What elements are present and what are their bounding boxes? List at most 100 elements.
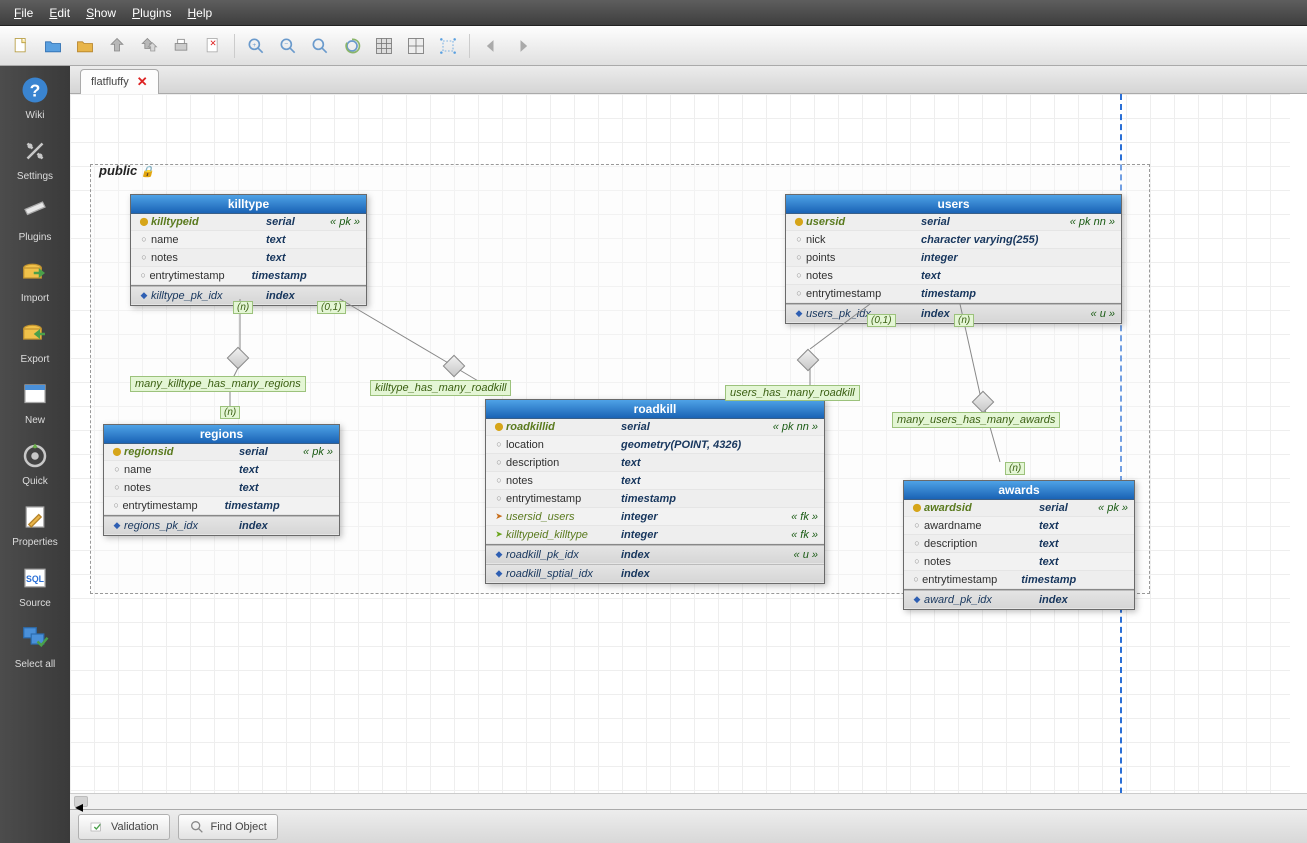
column-row[interactable]: entrytimestamptimestamp [904,571,1134,589]
side-wiki[interactable]: ?Wiki [5,74,65,121]
column-row[interactable]: descriptiontext [904,535,1134,553]
svg-text:✕: ✕ [210,38,217,48]
column-row[interactable]: notestext [104,479,339,497]
relationship-label[interactable]: many_users_has_many_awards [892,412,1060,428]
table-regions[interactable]: regions regionsidserial« pk » nametext n… [103,424,340,536]
col-icon [492,491,506,506]
index-icon [492,566,506,581]
col-icon [910,554,924,569]
grid1-icon[interactable] [371,33,397,59]
sidebar: ?Wiki Settings Plugins Import Export New… [0,66,70,843]
column-row[interactable]: pointsinteger [786,249,1121,267]
print-icon[interactable] [168,33,194,59]
column-row[interactable]: entrytimestamptimestamp [786,285,1121,303]
find-icon [189,819,205,835]
snap-icon[interactable] [435,33,461,59]
menu-plugins[interactable]: Plugins [124,3,179,23]
side-source[interactable]: SQLSource [5,562,65,609]
column-row[interactable]: nickcharacter varying(255) [786,231,1121,249]
close-icon[interactable]: ✕ [137,74,148,90]
menu-edit[interactable]: Edit [41,3,78,23]
column-row[interactable]: entrytimestamptimestamp [131,267,366,285]
grid2-icon[interactable] [403,33,429,59]
table-killtype[interactable]: killtype killtypeidserial« pk » nametext… [130,194,367,306]
column-row[interactable]: roadkillidserial« pk nn » [486,419,824,436]
column-row[interactable]: notestext [786,267,1121,285]
col-icon [910,572,922,587]
column-row[interactable]: entrytimestamptimestamp [104,497,339,515]
index-icon [492,547,506,562]
close-doc-icon[interactable]: ✕ [200,33,226,59]
col-icon [910,536,924,551]
tab-model[interactable]: flatfluffy ✕ [80,69,159,94]
zoom-out-icon[interactable]: − [275,33,301,59]
index-icon [110,518,124,533]
validation-icon [89,819,105,835]
column-row[interactable]: killtypeidserial« pk » [131,214,366,231]
scrollbar-arrow-left[interactable]: ◂ [74,796,88,807]
open-recent-icon[interactable] [72,33,98,59]
canvas[interactable]: public 🔒 killtype killtypeidseria [70,94,1307,793]
column-row[interactable]: killtypeid_killtypeinteger« fk » [486,526,824,544]
table-awards[interactable]: awards awardsidserial« pk » awardnametex… [903,480,1135,610]
side-quick[interactable]: Quick [5,440,65,487]
side-export[interactable]: Export [5,318,65,365]
pk-icon [910,501,924,515]
col-icon [792,232,806,247]
fk-icon [492,527,506,542]
col-icon [910,518,924,533]
zoom-in-icon[interactable]: + [243,33,269,59]
tabbar: flatfluffy ✕ [70,66,1307,94]
zoom-reset-icon[interactable] [339,33,365,59]
side-settings[interactable]: Settings [5,135,65,182]
column-row[interactable]: awardsidserial« pk » [904,500,1134,517]
index-row[interactable]: regions_pk_idxindex [104,516,339,535]
table-title: regions [104,425,339,444]
nav-back-icon[interactable] [478,33,504,59]
column-row[interactable]: awardnametext [904,517,1134,535]
find-object-button[interactable]: Find Object [178,814,278,840]
column-row[interactable]: notestext [131,249,366,267]
save-all-icon[interactable] [136,33,162,59]
column-row[interactable]: notestext [904,553,1134,571]
column-row[interactable]: usersidserial« pk nn » [786,214,1121,231]
side-selectall[interactable]: Select all [5,623,65,670]
validation-button[interactable]: Validation [78,814,170,840]
new-file-icon[interactable] [8,33,34,59]
col-icon [110,462,124,477]
relationship-label[interactable]: users_has_many_roadkill [725,385,860,401]
fk-icon [492,509,506,524]
menu-show[interactable]: Show [78,3,124,23]
col-icon [492,437,506,452]
column-row[interactable]: usersid_usersinteger« fk » [486,508,824,526]
column-row[interactable]: nametext [104,461,339,479]
index-row[interactable]: roadkill_sptial_idxindex [486,564,824,583]
table-roadkill[interactable]: roadkill roadkillidserial« pk nn » locat… [485,399,825,584]
table-users[interactable]: users usersidserial« pk nn » nickcharact… [785,194,1122,324]
menu-file[interactable]: File [6,3,41,23]
zoom-fit-icon[interactable] [307,33,333,59]
statusbar: Validation Find Object [70,809,1307,843]
side-plugins[interactable]: Plugins [5,196,65,243]
column-row[interactable]: nametext [131,231,366,249]
index-row[interactable]: roadkill_pk_idxindex« u » [486,545,824,564]
nav-forward-icon[interactable] [510,33,536,59]
column-row[interactable]: notestext [486,472,824,490]
relationship-label[interactable]: many_killtype_has_many_regions [130,376,306,392]
side-new[interactable]: New [5,379,65,426]
save-icon[interactable] [104,33,130,59]
column-row[interactable]: regionsidserial« pk » [104,444,339,461]
horizontal-scrollbar[interactable]: ◂ [70,793,1307,809]
column-row[interactable]: descriptiontext [486,454,824,472]
column-row[interactable]: locationgeometry(POINT, 4326) [486,436,824,454]
menu-help[interactable]: Help [179,3,220,23]
column-row[interactable]: entrytimestamptimestamp [486,490,824,508]
col-icon [137,232,151,247]
side-import[interactable]: Import [5,257,65,304]
col-icon [137,250,151,265]
side-properties[interactable]: Properties [5,501,65,548]
open-folder-icon[interactable] [40,33,66,59]
index-row[interactable]: award_pk_idxindex [904,590,1134,609]
toolbar-separator [469,34,470,58]
relationship-label[interactable]: killtype_has_many_roadkill [370,380,511,396]
